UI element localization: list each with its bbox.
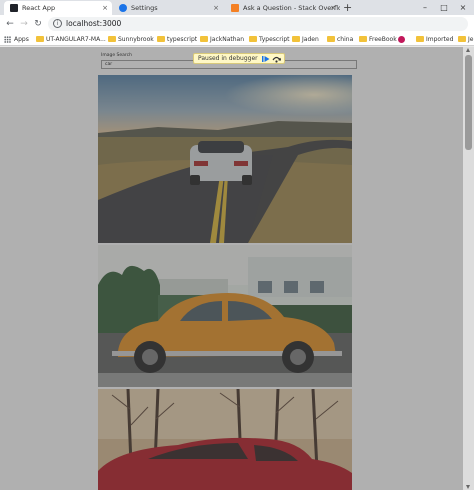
folder-icon <box>249 36 257 42</box>
info-icon[interactable]: i <box>53 19 62 28</box>
paused-in-debugger-banner: Paused in debugger <box>193 53 285 64</box>
tab-close-icon[interactable]: × <box>102 1 108 15</box>
bookmark-label: UT-ANGULAR7-MA... <box>46 36 106 43</box>
address-bar[interactable]: i localhost:3000 <box>48 17 468 31</box>
tab-close-icon[interactable]: × <box>213 1 219 15</box>
tab-title: Ask a Question - Stack Overflow <box>243 4 340 12</box>
url-text[interactable]: localhost:3000 <box>66 17 121 31</box>
image-result <box>98 75 352 243</box>
maximize-button[interactable]: □ <box>437 0 451 15</box>
close-window-button[interactable]: × <box>456 0 470 15</box>
bookmark-label: Imported <box>426 36 454 43</box>
bookmark-folder[interactable]: china <box>327 33 353 46</box>
bookmark-folder[interactable]: JackNathan <box>200 33 244 46</box>
bookmark-label: FreeBook <box>369 36 397 43</box>
image-search-label: Image Search <box>101 53 132 58</box>
folder-icon <box>359 36 367 42</box>
stack-overflow-icon <box>231 4 239 12</box>
folder-icon <box>108 36 116 42</box>
browser-toolbar: ← → ↻ i localhost:3000 <box>0 15 474 33</box>
site-icon <box>398 36 405 43</box>
bookmark-folder[interactable]: typescript <box>157 33 197 46</box>
tab-settings[interactable]: Settings × <box>113 1 223 15</box>
bookmark-folder[interactable]: UT-ANGULAR7-MA... <box>36 33 106 46</box>
bookmark-folder[interactable]: Jaden <box>292 33 319 46</box>
folder-icon <box>327 36 335 42</box>
red-car-image <box>98 389 352 490</box>
folder-icon <box>458 36 466 42</box>
image-result <box>98 245 352 387</box>
forward-button[interactable]: → <box>17 17 31 31</box>
bookmark-label: Typescript <box>259 36 290 43</box>
minimize-button[interactable]: – <box>418 0 432 15</box>
page-viewport: Image Search car Paused in debugger <box>0 47 474 490</box>
reload-button[interactable]: ↻ <box>31 17 45 31</box>
bookmark-label: Sunnybrook <box>118 36 154 43</box>
folder-icon <box>36 36 44 42</box>
bookmarks-bar: Apps UT-ANGULAR7-MA... Sunnybrook typesc… <box>0 33 474 46</box>
scroll-up-arrow-icon[interactable] <box>466 48 470 52</box>
react-favicon-icon <box>10 4 18 12</box>
bookmark-label: Je <box>468 36 474 43</box>
beetle-image <box>98 245 352 387</box>
bookmark-folder[interactable]: Sunnybrook <box>108 33 154 46</box>
folder-icon <box>157 36 165 42</box>
vertical-scrollbar[interactable] <box>463 47 474 490</box>
bookmark-apps[interactable]: Apps <box>4 33 29 46</box>
scroll-down-arrow-icon[interactable] <box>466 485 470 489</box>
scrollbar-thumb[interactable] <box>465 55 472 150</box>
debugger-status-text: Paused in debugger <box>198 55 258 62</box>
tab-react-app[interactable]: React App × <box>4 1 112 15</box>
gear-icon <box>119 4 127 12</box>
back-button[interactable]: ← <box>3 17 17 31</box>
bookmark-label: Apps <box>14 36 29 43</box>
tab-title: Settings <box>131 4 158 12</box>
tab-title: React App <box>22 4 56 12</box>
resume-execution-icon[interactable] <box>261 55 270 63</box>
apps-grid-icon <box>4 36 11 43</box>
folder-icon <box>292 36 300 42</box>
folder-icon <box>416 36 424 42</box>
car-road-image <box>98 75 352 243</box>
bookmark-label: JackNathan <box>210 36 245 43</box>
new-tab-button[interactable]: + <box>343 0 352 15</box>
tab-stack-overflow[interactable]: Ask a Question - Stack Overflow × <box>225 1 340 15</box>
bookmark-folder[interactable]: Typescript <box>249 33 290 46</box>
bookmark-folder[interactable]: Imported <box>416 33 453 46</box>
bookmark-site[interactable] <box>398 33 408 46</box>
bookmark-label: typescript <box>167 36 198 43</box>
step-over-icon[interactable] <box>272 55 281 63</box>
bookmark-label: Jaden <box>302 36 319 43</box>
bookmark-folder[interactable]: FreeBook <box>359 33 397 46</box>
tab-close-icon[interactable]: × <box>330 1 336 15</box>
bookmark-label: china <box>337 36 354 43</box>
bookmark-folder[interactable]: Je <box>458 33 473 46</box>
folder-icon <box>200 36 208 42</box>
tab-strip: React App × Settings × Ask a Question - … <box>0 0 474 15</box>
image-result <box>98 389 352 490</box>
